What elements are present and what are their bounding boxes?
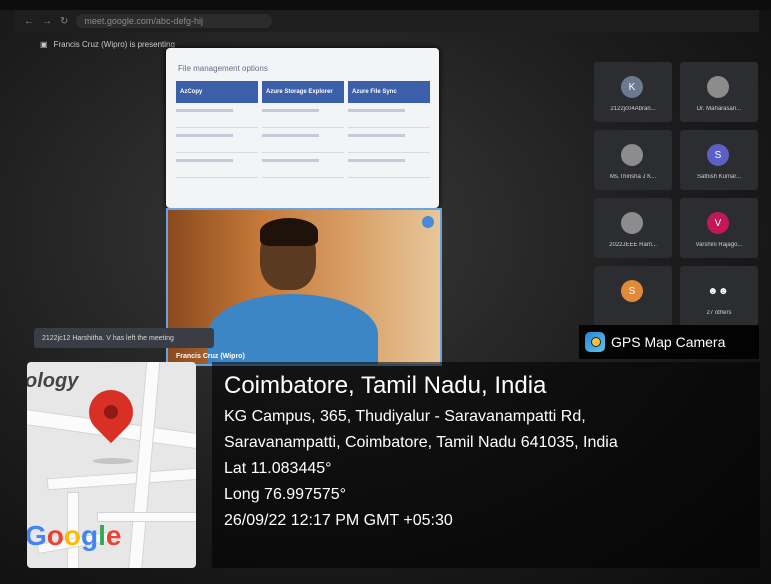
participant-left-toast: 2122jc12 Harshitha. V has left the meeti… xyxy=(34,328,214,348)
participant-tile[interactable]: Ms.Thirisha J K... xyxy=(594,130,672,190)
participant-tile[interactable]: S xyxy=(594,266,672,326)
browser-toolbar: ← → ↻ meet.google.com/abc-defg-hij xyxy=(14,10,759,32)
avatar: S xyxy=(621,280,643,302)
presentation-icon: ▣ xyxy=(40,40,48,49)
avatar: K xyxy=(621,76,643,98)
gps-camera-icon xyxy=(585,332,605,352)
participant-tile[interactable]: V Varshini Rajago... xyxy=(680,198,758,258)
back-icon[interactable]: ← xyxy=(24,16,34,27)
slide-column: AzCopy xyxy=(176,81,258,181)
timestamp: 26/09/22 12:17 PM GMT +05:30 xyxy=(224,512,453,529)
location-city: Coimbatore, Tamil Nadu, India xyxy=(224,372,547,399)
longitude: Long 76.997575° xyxy=(224,486,347,503)
shared-slide: File management options AzCopy Azure Sto… xyxy=(166,48,439,208)
participant-tile[interactable]: K 2122jc04Abran... xyxy=(594,62,672,122)
presenter-hair xyxy=(260,218,318,246)
latitude: Lat 11.083445° xyxy=(224,460,332,477)
map-place-label: ology xyxy=(27,370,79,392)
gps-app-badge: GPS Map Camera xyxy=(579,325,759,359)
address-line: KG Campus, 365, Thudiyalur - Saravanampa… xyxy=(224,408,586,425)
slide-column: Azure File Sync xyxy=(348,81,430,181)
avatar: S xyxy=(707,144,729,166)
forward-icon[interactable]: → xyxy=(42,16,52,27)
participant-tile[interactable]: S Sathish Kumar... xyxy=(680,130,758,190)
avatar xyxy=(707,76,729,98)
address-bar[interactable]: meet.google.com/abc-defg-hij xyxy=(76,14,273,28)
presenting-text: Francis Cruz (Wipro) is presenting xyxy=(53,40,175,49)
group-avatars-icon: ☻☻ xyxy=(707,285,729,297)
location-map: ology Google xyxy=(27,362,196,568)
participant-tile[interactable]: Dr. Maharasan... xyxy=(680,62,758,122)
participant-tile[interactable]: 2022JEEE Ram... xyxy=(594,198,672,258)
reload-icon[interactable]: ↻ xyxy=(60,16,68,27)
participant-name: 2122jc04Abran... xyxy=(610,106,656,112)
participant-name: Sathish Kumar... xyxy=(696,174,742,180)
slide-column-header: Azure File Sync xyxy=(348,81,430,103)
others-tile[interactable]: ☻☻ 27 others xyxy=(680,266,758,326)
presenting-banner: ▣ Francis Cruz (Wipro) is presenting xyxy=(40,40,175,49)
slide-column-header: AzCopy xyxy=(176,81,258,103)
pin-shadow xyxy=(93,458,133,464)
participant-name: 2022JEEE Ram... xyxy=(609,242,657,248)
google-logo: Google xyxy=(27,520,122,551)
participant-name: Ms.Thirisha J K... xyxy=(609,174,657,180)
avatar xyxy=(621,212,643,234)
monitor-bezel xyxy=(0,0,771,10)
participant-name: Dr. Maharasan... xyxy=(696,106,742,112)
slide-title: File management options xyxy=(178,64,268,73)
slide-column: Azure Storage Explorer xyxy=(262,81,344,181)
address-line: Saravanampatti, Coimbatore, Tamil Nadu 6… xyxy=(224,434,618,451)
avatar: V xyxy=(707,212,729,234)
speaking-indicator-icon xyxy=(422,216,434,228)
participant-name: Varshini Rajago... xyxy=(695,242,743,248)
slide-column-header: Azure Storage Explorer xyxy=(262,81,344,103)
location-info-panel: Coimbatore, Tamil Nadu, India KG Campus,… xyxy=(212,362,760,568)
avatar xyxy=(621,144,643,166)
presenter-name: Francis Cruz (Wipro) xyxy=(176,353,245,360)
others-count: 27 others xyxy=(706,310,732,316)
gps-app-name: GPS Map Camera xyxy=(611,334,726,350)
